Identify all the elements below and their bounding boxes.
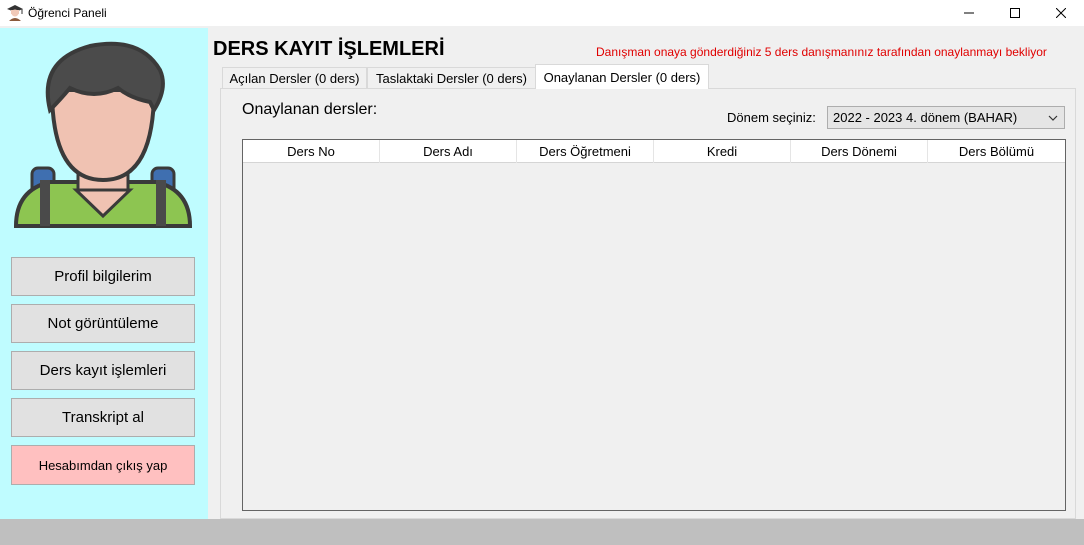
transcript-button[interactable]: Transkript al (11, 398, 195, 437)
grades-view-button[interactable]: Not görüntüleme (11, 304, 195, 343)
tab-approved-courses[interactable]: Onaylanan Dersler (0 ders) (535, 64, 709, 89)
sidebar: Profil bilgilerim Not görüntüleme Ders k… (0, 28, 208, 519)
approval-status-message: Danışman onaya gönderdiğiniz 5 ders danı… (596, 45, 1047, 59)
column-header-course-name[interactable]: Ders Adı (380, 140, 517, 163)
period-select[interactable]: 2022 - 2023 4. dönem (BAHAR) (827, 106, 1065, 129)
panel-heading: Onaylanan dersler: (242, 101, 378, 118)
column-header-course-no[interactable]: Ders No (243, 140, 380, 163)
approved-courses-grid[interactable]: Ders No Ders Adı Ders Öğretmeni Kredi De… (242, 139, 1066, 511)
student-avatar (13, 41, 193, 228)
tab-draft-courses[interactable]: Taslaktaki Dersler (0 ders) (367, 67, 536, 88)
page-title: DERS KAYIT İŞLEMLERİ (213, 38, 445, 60)
close-icon (1056, 8, 1066, 18)
column-header-credit[interactable]: Kredi (654, 140, 791, 163)
status-bar (0, 519, 1084, 545)
tab-offered-courses[interactable]: Açılan Dersler (0 ders) (222, 67, 367, 88)
app-window: Öğrenci Paneli Profil bilgilerim Not gör… (0, 0, 1084, 545)
period-select-value: 2022 - 2023 4. dönem (BAHAR) (833, 110, 1018, 125)
title-bar: Öğrenci Paneli (0, 0, 1084, 26)
course-registration-button[interactable]: Ders kayıt işlemleri (11, 351, 195, 390)
grid-header: Ders No Ders Adı Ders Öğretmeni Kredi De… (243, 140, 1065, 163)
maximize-icon (1010, 8, 1020, 18)
profile-info-button[interactable]: Profil bilgilerim (11, 257, 195, 296)
period-label: Dönem seçiniz: (727, 110, 816, 125)
maximize-button[interactable] (992, 0, 1038, 26)
minimize-icon (964, 12, 974, 14)
student-app-icon (6, 4, 24, 22)
minimize-button[interactable] (946, 0, 992, 26)
column-header-course-teacher[interactable]: Ders Öğretmeni (517, 140, 654, 163)
logout-button[interactable]: Hesabımdan çıkış yap (11, 445, 195, 485)
close-button[interactable] (1038, 0, 1084, 26)
chevron-down-icon (1048, 115, 1058, 121)
column-header-course-term[interactable]: Ders Dönemi (791, 140, 928, 163)
window-title: Öğrenci Paneli (28, 6, 107, 20)
column-header-course-department[interactable]: Ders Bölümü (928, 140, 1065, 163)
